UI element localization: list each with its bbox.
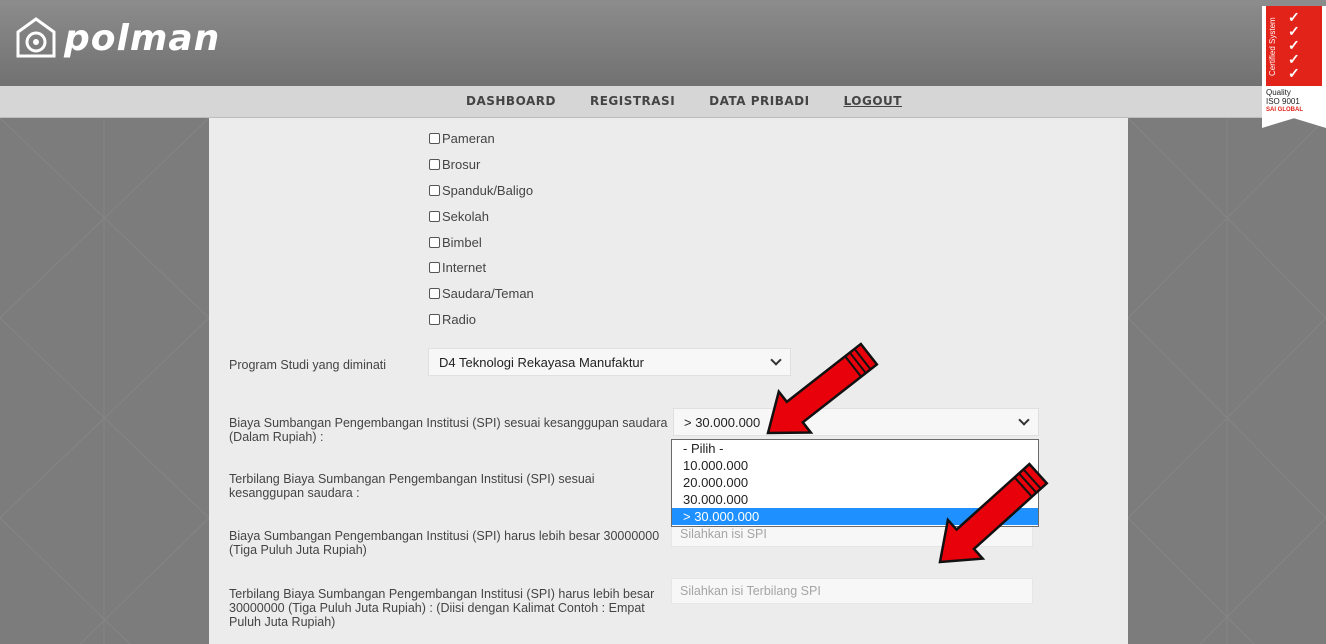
checkbox-row-spanduk[interactable]: Spanduk/Baligo — [429, 178, 534, 204]
checkbox[interactable] — [429, 210, 440, 222]
main-nav: DASHBOARD REGISTRASI DATA PRIBADI LOGOUT — [0, 86, 1326, 118]
cert-line2: ISO 9001 — [1266, 97, 1300, 106]
nav-logout[interactable]: LOGOUT — [844, 94, 902, 108]
checkbox-row-bimbel[interactable]: Bimbel — [429, 229, 534, 255]
checkbox[interactable] — [429, 236, 440, 248]
program-studi-select[interactable]: D4 Teknologi Rekayasa Manufaktur — [428, 348, 791, 376]
checkbox[interactable] — [429, 288, 440, 300]
cert-line1: Quality — [1266, 88, 1291, 97]
program-studi-label: Program Studi yang diminati — [229, 358, 387, 372]
checkbox[interactable] — [429, 133, 440, 145]
chevron-down-icon — [1018, 414, 1030, 426]
spi-more-label: Biaya Sumbangan Pengembangan Institusi (… — [229, 529, 660, 557]
checkbox-row-radio[interactable]: Radio — [429, 307, 534, 333]
checkbox-label: Radio — [442, 311, 476, 327]
cert-caption: Quality ISO 9001 SAI GLOBAL — [1266, 88, 1324, 115]
checkbox-label: Bimbel — [442, 234, 482, 250]
spi-select-value: > 30.000.000 — [684, 414, 761, 430]
polman-logo[interactable]: polman — [14, 16, 220, 60]
checkbox-label: Brosur — [442, 157, 481, 173]
checkbox-label: Pameran — [442, 131, 495, 147]
iso-certification-badge: Certified System ✓ ✓ ✓ ✓ ✓ Quality ISO 9001 … — [1262, 6, 1326, 128]
checkbox-row-internet[interactable]: Internet — [429, 255, 534, 281]
site-header: polman — [0, 0, 1326, 86]
checkbox-row-sekolah[interactable]: Sekolah — [429, 203, 534, 229]
cert-brand: SAI GLOBAL — [1266, 107, 1303, 113]
checkbox[interactable] — [429, 313, 440, 325]
checkbox[interactable] — [429, 262, 440, 274]
checkbox-row-saudara[interactable]: Saudara/Teman — [429, 281, 534, 307]
cert-red-block: Certified System ✓ ✓ ✓ ✓ ✓ — [1266, 6, 1322, 86]
option-pilih[interactable]: - Pilih - — [672, 440, 1038, 457]
cert-side-text: Certified System — [1268, 17, 1277, 77]
spi-label: Biaya Sumbangan Pengembangan Institusi (… — [229, 416, 668, 444]
nav-dashboard[interactable]: DASHBOARD — [466, 94, 556, 108]
checkbox[interactable] — [429, 159, 440, 171]
terbilang-spi-input[interactable]: Silahkan isi Terbilang SPI — [671, 578, 1033, 604]
red-arrow-icon — [766, 342, 879, 435]
checkbox[interactable] — [429, 184, 440, 196]
checkbox-row-brosur[interactable]: Brosur — [429, 152, 534, 178]
logo-text: polman — [64, 17, 221, 59]
checkbox-label: Saudara/Teman — [442, 286, 534, 302]
checkbox-label: Spanduk/Baligo — [442, 182, 534, 198]
program-studi-value: D4 Teknologi Rekayasa Manufaktur — [439, 354, 644, 370]
nav-data-pribadi[interactable]: DATA PRIBADI — [709, 94, 809, 108]
checkmarks-icon: ✓ ✓ ✓ ✓ ✓ — [1288, 9, 1300, 81]
terbilang-label: Terbilang Biaya Sumbangan Pengembangan I… — [229, 472, 595, 500]
red-arrow-icon — [938, 462, 1049, 564]
checkbox-row-pameran[interactable]: Pameran — [429, 126, 534, 152]
polman-logo-icon — [16, 17, 56, 58]
checkbox-label: Sekolah — [442, 208, 489, 224]
nav-registrasi[interactable]: REGISTRASI — [590, 94, 675, 108]
source-checkbox-list: Pameran Brosur Spanduk/Baligo Sekolah Bi… — [429, 126, 534, 332]
checkbox-label: Internet — [442, 260, 487, 276]
terbilang-more-label: Terbilang Biaya Sumbangan Pengembangan I… — [229, 587, 655, 629]
